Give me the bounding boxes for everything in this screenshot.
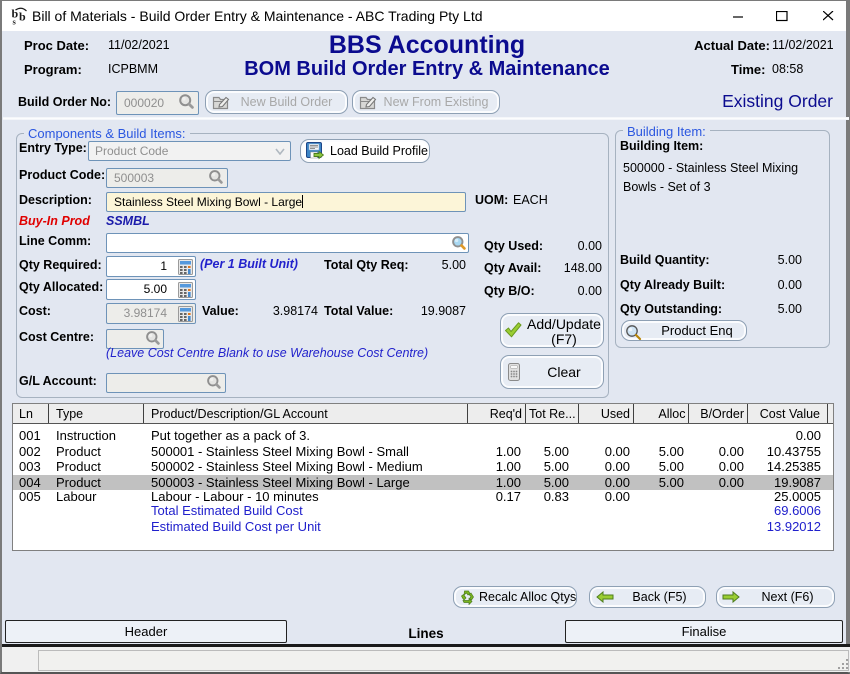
svg-text:b: b (19, 10, 26, 24)
